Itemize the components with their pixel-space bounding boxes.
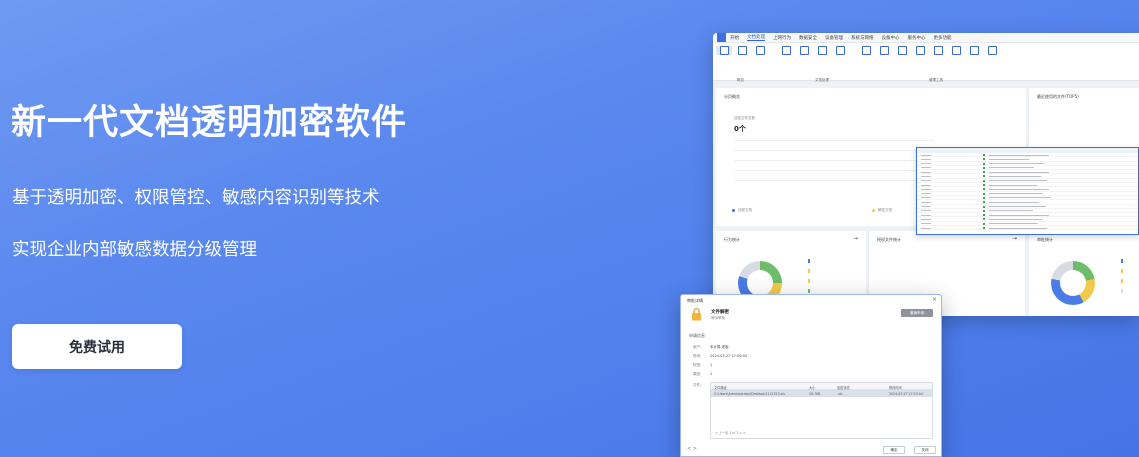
hero-title: 新一代文档透明加密软件 bbox=[11, 103, 408, 143]
table-row[interactable]: C:\Users\Administrator\Desktop\1121323.x… bbox=[711, 390, 932, 397]
overview-sub: 加密文件总数 bbox=[734, 116, 755, 120]
legend-dot-icon bbox=[732, 209, 735, 212]
menu-item[interactable]: 服务中心 bbox=[908, 35, 926, 41]
ribbon-tool-icon[interactable] bbox=[752, 46, 768, 55]
stats-title: 授权文件统计 bbox=[877, 237, 901, 242]
ribbon-tool-icon[interactable] bbox=[948, 46, 964, 55]
overview-value: 0个 bbox=[734, 125, 746, 133]
stats-title: 行为统计 bbox=[724, 237, 740, 242]
menu-item[interactable]: 开始 bbox=[730, 35, 739, 41]
menu-item[interactable]: 更多功能 bbox=[934, 35, 952, 41]
field-reason: 原因: 1 bbox=[693, 372, 713, 376]
hero-subtitle-2: 实现企业内部敏感数据分级管理 bbox=[12, 240, 257, 260]
ribbon-tool-icon[interactable] bbox=[778, 46, 794, 55]
overview-chart bbox=[734, 140, 934, 190]
ribbon-tool-icon[interactable] bbox=[912, 46, 928, 55]
menu-item[interactable]: 设备管理 bbox=[825, 35, 843, 41]
ribbon-tool-icon[interactable] bbox=[876, 46, 892, 55]
app-ribbon: 概览 文档处理 管理工具 bbox=[713, 43, 1139, 82]
app-screenshot: 开始 文档处理 上网行为 数据安全 设备管理 系统与网络 设备中心 服务中心 更… bbox=[713, 33, 1139, 316]
legend-decrypted: 解密文档 bbox=[878, 208, 892, 212]
menu-item[interactable]: 上网行为 bbox=[773, 35, 791, 41]
free-trial-button[interactable]: 免费试用 bbox=[12, 324, 182, 369]
ribbon-tool-icon[interactable] bbox=[858, 46, 874, 55]
menu-item-active[interactable]: 文档处理 bbox=[747, 34, 765, 41]
dialog-nav-arrows[interactable]: < > bbox=[687, 446, 697, 452]
legend-encrypted: 加密文档 bbox=[738, 208, 752, 212]
file-table: 文件路径 大小 加密状态 修改时间 C:\Users\Administrator… bbox=[710, 382, 933, 439]
close-button[interactable]: 关闭 bbox=[914, 446, 936, 454]
menu-item[interactable]: 系统与网络 bbox=[851, 35, 874, 41]
revoke-button[interactable]: 撤销申请 bbox=[901, 309, 933, 317]
arrow-right-icon[interactable]: → bbox=[853, 235, 858, 242]
field-permission: 权限: 1 bbox=[693, 363, 713, 367]
dialog-file-name: 文件解密 bbox=[711, 310, 729, 315]
dialog-section-title: 申请信息 bbox=[689, 333, 705, 338]
arrow-right-icon[interactable]: → bbox=[1012, 235, 1017, 242]
ribbon-tool-icon[interactable] bbox=[966, 46, 982, 55]
overview-title: 分页概览 bbox=[724, 94, 740, 99]
recent-files-title: 最近使用的文件(TOP5) bbox=[1037, 94, 1079, 99]
dialog-status: 等待审批 bbox=[711, 316, 725, 320]
ribbon-tool-icon[interactable] bbox=[984, 46, 1000, 55]
table-pagination[interactable]: < 上一页 1 of 1 > > bbox=[715, 430, 746, 435]
app-menubar: 开始 文档处理 上网行为 数据安全 设备管理 系统与网络 设备中心 服务中心 更… bbox=[713, 33, 1139, 43]
field-user: 用户: 本计算 老板 bbox=[693, 345, 729, 349]
ribbon-tool-icon[interactable] bbox=[894, 46, 910, 55]
field-time: 时间: 2024-03-27 17:06:02 bbox=[693, 354, 748, 358]
app-logo-icon bbox=[717, 33, 726, 42]
dialog-title: 审批详情 bbox=[687, 298, 703, 303]
overview-tool-icon[interactable] bbox=[716, 46, 732, 55]
stats-title: 审批统计 bbox=[1037, 237, 1053, 242]
lock-icon bbox=[692, 308, 701, 321]
menu-item[interactable]: 设备中心 bbox=[882, 35, 900, 41]
approval-stats-panel: 审批统计 bbox=[1029, 231, 1139, 316]
hero-subtitle-1: 基于透明加密、权限管控、敏感内容识别等技术 bbox=[12, 188, 380, 208]
ribbon-tool-icon[interactable] bbox=[734, 46, 750, 55]
close-icon[interactable]: × bbox=[932, 296, 937, 303]
menu-item[interactable]: 数据安全 bbox=[799, 35, 817, 41]
legend-dot-icon bbox=[872, 209, 875, 212]
ribbon-tool-icon[interactable] bbox=[930, 46, 946, 55]
recent-files-table bbox=[916, 147, 1139, 235]
ribbon-tool-icon[interactable] bbox=[796, 46, 812, 55]
approval-dialog: 审批详情 × 文件解密 等待审批 撤销申请 申请信息 用户: 本计算 老板 时间:… bbox=[680, 294, 942, 457]
field-file: 文件: bbox=[693, 383, 702, 387]
dashboard: 分页概览 加密文件总数 0个 加密文档 解密文档 最近使用的文件(TOP5) 行… bbox=[713, 81, 1139, 316]
approval-donut-chart bbox=[1051, 261, 1095, 305]
ribbon-tool-icon[interactable] bbox=[814, 46, 830, 55]
ribbon-tool-icon[interactable] bbox=[832, 46, 848, 55]
ok-button[interactable]: 确定 bbox=[883, 446, 905, 454]
